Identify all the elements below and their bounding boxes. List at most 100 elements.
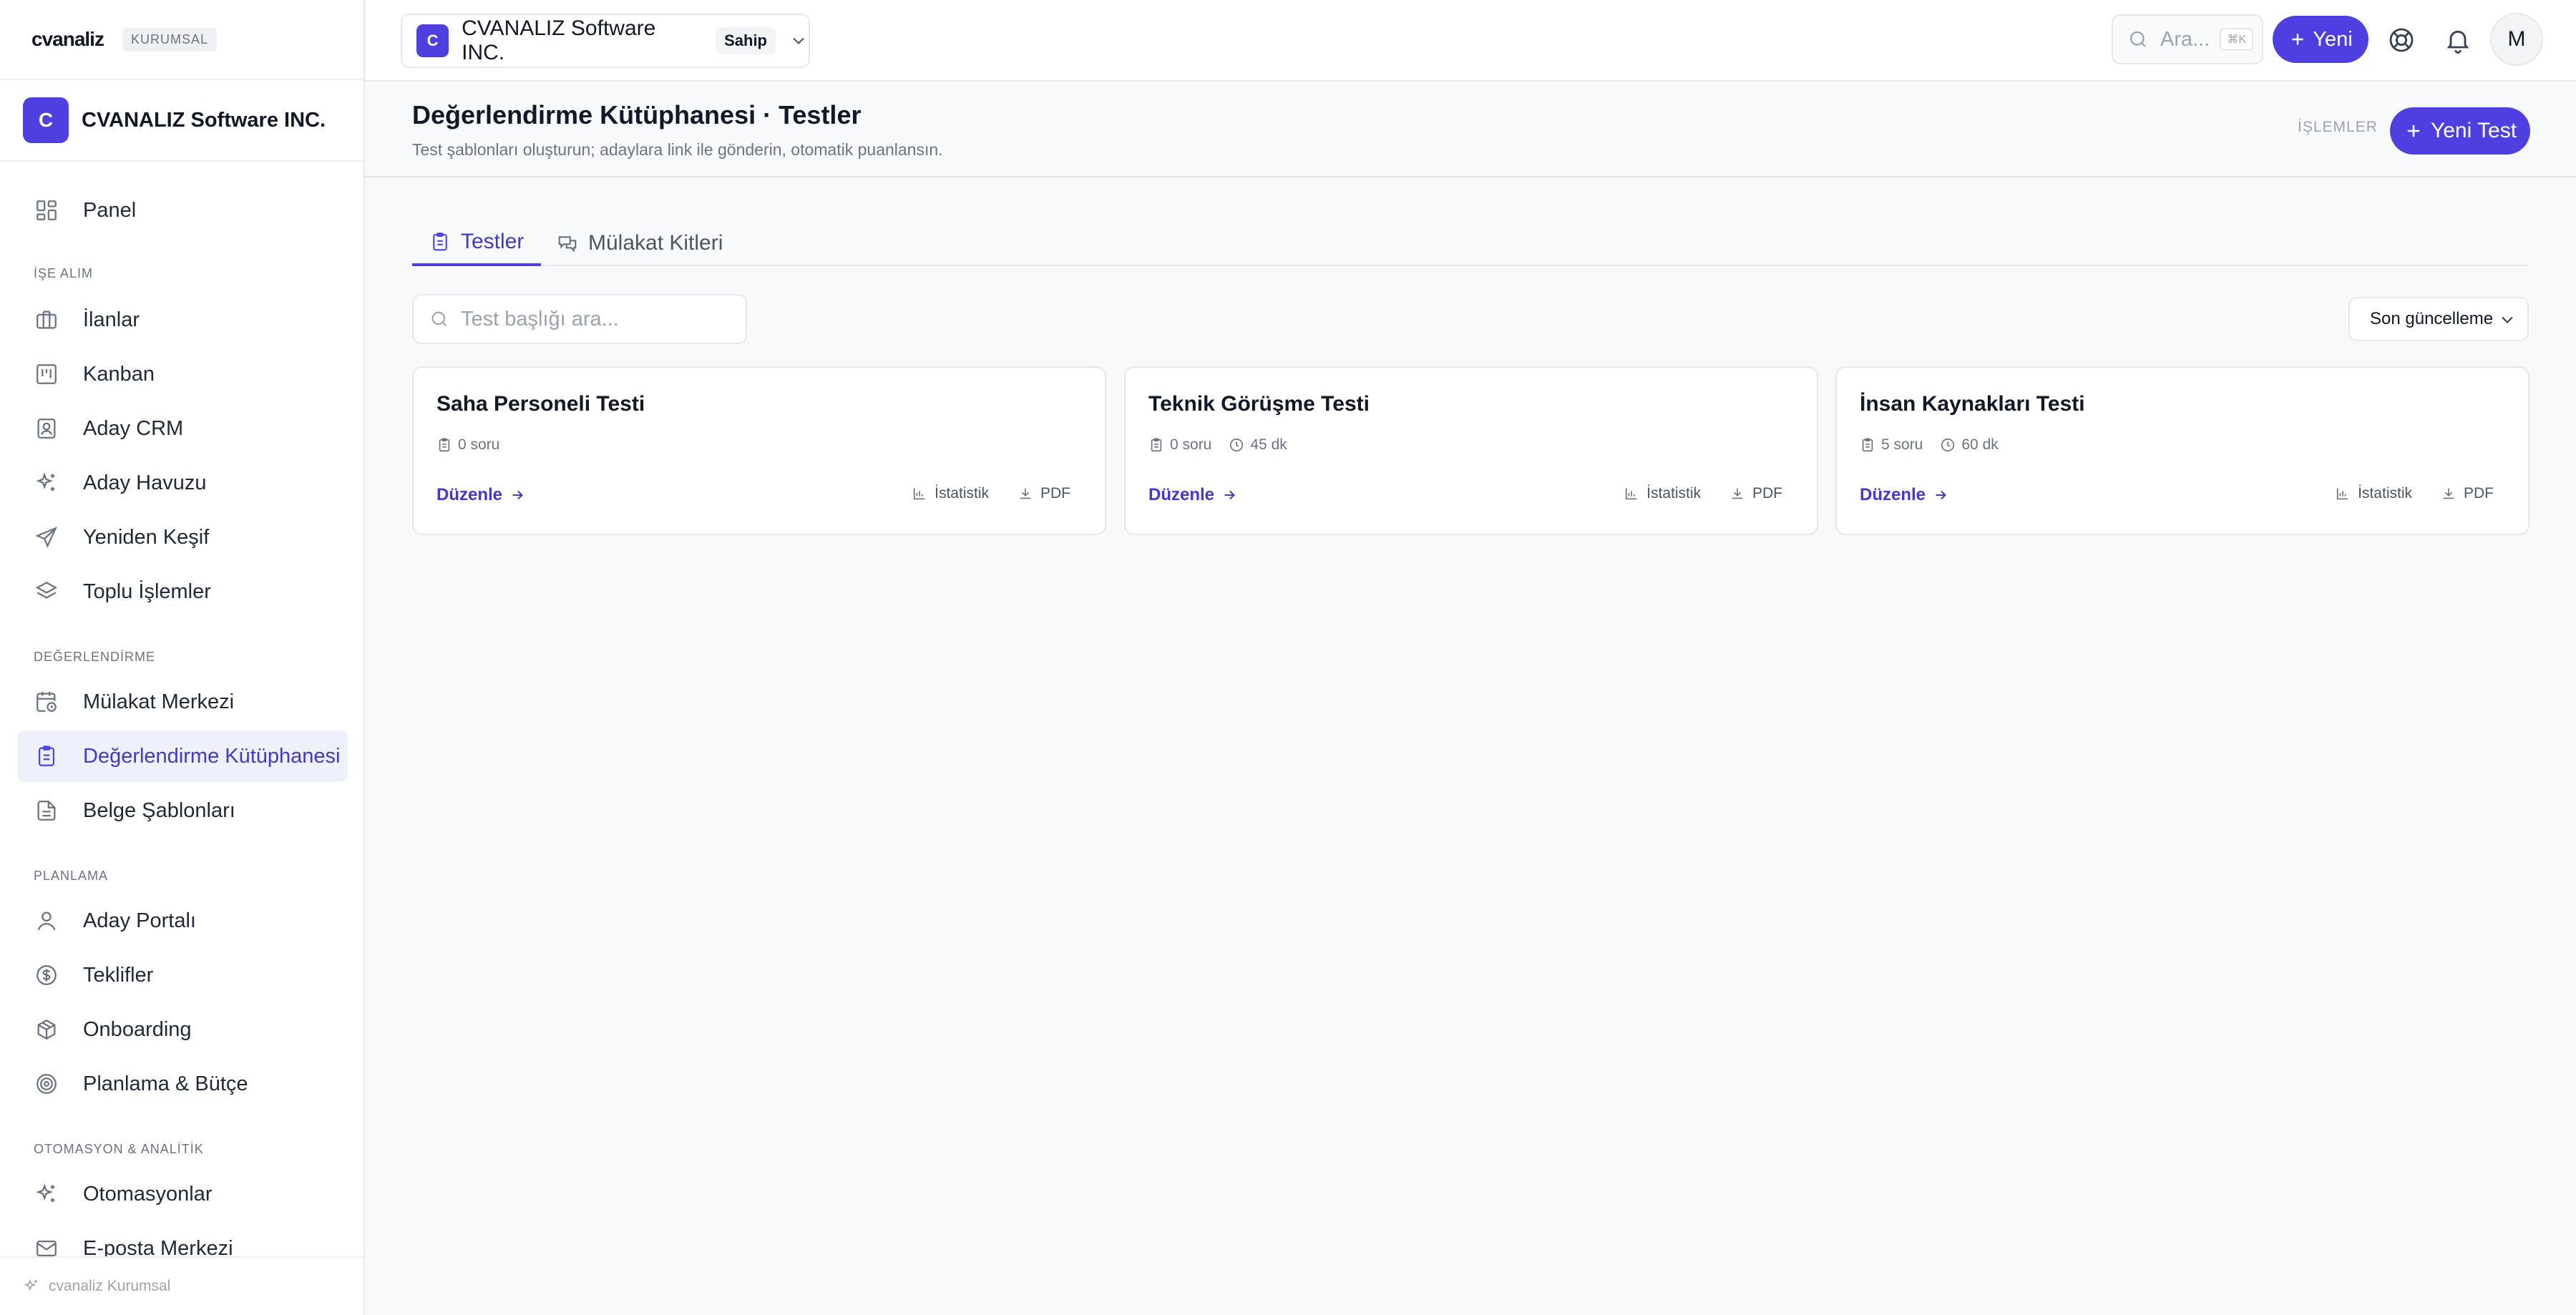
test-card[interactable]: Saha Personeli Testi 0 soru Düzenle İsta… (412, 366, 1106, 535)
sidebar-item-aday-portali[interactable]: Aday Portalı (17, 895, 348, 947)
kanban-icon (34, 362, 59, 386)
plus-icon (2404, 121, 2424, 141)
duration: 60 dk (1940, 436, 1999, 454)
sidebar-item-label: E-posta Merkezi (83, 1236, 233, 1257)
dollar-circle-icon (34, 963, 59, 987)
card-actions: İstatistik PDF (1595, 485, 1782, 502)
new-test-button-label: Yeni Test (2430, 119, 2517, 142)
test-card-title[interactable]: İnsan Kaynakları Testi (1860, 392, 2085, 416)
chevron-down-icon (2497, 310, 2517, 330)
stats-button[interactable]: İstatistik (912, 485, 989, 502)
sidebar-item-panel[interactable]: Panel (17, 185, 348, 236)
brand-logo[interactable]: cvanaliz (31, 28, 104, 51)
sidebar-item-planlama-butce[interactable]: Planlama & Bütçe (17, 1058, 348, 1110)
sidebar-item-otomasyonlar[interactable]: Otomasyonlar (17, 1168, 348, 1220)
clock-icon (1229, 437, 1244, 453)
sidebar-item-label: Aday Havuzu (83, 471, 207, 494)
workspace-switcher[interactable]: C CVANALIZ Software INC. Sahip (401, 14, 810, 68)
pdf-download-button[interactable]: PDF (2441, 485, 2494, 502)
test-search-input[interactable]: Test başlığı ara... (412, 294, 747, 344)
stats-button[interactable]: İstatistik (1624, 485, 1701, 502)
bar-chart-icon (2335, 486, 2351, 502)
edit-link[interactable]: Düzenle (1860, 485, 1948, 505)
sidebar-item-belge-sablonlari[interactable]: Belge Şablonları (17, 785, 348, 836)
pdf-label: PDF (1040, 485, 1070, 502)
test-card[interactable]: İnsan Kaynakları Testi 5 soru 60 dk Düze… (1835, 366, 2529, 535)
bell-icon[interactable] (2444, 26, 2472, 54)
new-button[interactable]: Yeni (2273, 16, 2368, 63)
test-card-title[interactable]: Teknik Görüşme Testi (1148, 392, 1370, 416)
org-avatar: C (23, 97, 69, 143)
card-actions: İstatistik PDF (2306, 485, 2494, 502)
sidebar-item-aday-havuzu[interactable]: Aday Havuzu (17, 457, 348, 509)
nav-section-auto: OTOMASYON & ANALİTİK (34, 1142, 204, 1156)
question-count-text: 5 soru (1881, 436, 1923, 453)
sidebar-item-label: Belge Şablonları (83, 798, 235, 822)
question-count: 5 soru (1860, 436, 1923, 454)
question-count-text: 0 soru (458, 436, 500, 453)
sidebar-item-ilanlar[interactable]: İlanlar (17, 294, 348, 346)
tab-mulakat-kitleri[interactable]: Mülakat Kitleri (540, 220, 740, 266)
download-icon (1018, 486, 1033, 502)
test-card[interactable]: Teknik Görüşme Testi 0 soru 45 dk Düzenl… (1124, 366, 1818, 535)
mail-icon (34, 1236, 59, 1256)
sidebar-item-eposta-merkezi[interactable]: E-posta Merkezi (17, 1223, 348, 1256)
user-avatar[interactable]: M (2490, 13, 2543, 66)
shortcut-hint: ⌘K (2220, 28, 2253, 51)
actions-label: İŞLEMLER (2298, 119, 2378, 135)
sidebar-item-label: Değerlendirme Kütüphanesi (83, 744, 341, 768)
global-search[interactable]: Ara... ⌘K (2112, 14, 2263, 64)
pdf-download-button[interactable]: PDF (1729, 485, 1782, 502)
sidebar-item-mulakat-merkezi[interactable]: Mülakat Merkezi (17, 676, 348, 728)
search-icon (2127, 29, 2149, 50)
question-count: 0 soru (1148, 436, 1211, 454)
stats-button[interactable]: İstatistik (2335, 485, 2412, 502)
sidebar-item-aday-crm[interactable]: Aday CRM (17, 403, 348, 454)
new-test-button[interactable]: Yeni Test (2390, 107, 2530, 155)
user-icon (34, 909, 59, 933)
page-title: Değerlendirme Kütüphanesi · Testler (412, 100, 862, 129)
org-switcher[interactable]: C CVANALIZ Software INC. (0, 80, 364, 162)
arrow-right-icon (509, 487, 525, 503)
pdf-download-button[interactable]: PDF (1018, 485, 1070, 502)
sidebar-item-onboarding[interactable]: Onboarding (17, 1004, 348, 1055)
top-bar: C CVANALIZ Software INC. Sahip Ara... ⌘K… (365, 0, 2576, 82)
search-placeholder: Ara... (2160, 27, 2210, 51)
bar-chart-icon (1624, 486, 1639, 502)
sidebar-item-label: Aday Portalı (83, 909, 196, 932)
tab-label: Mülakat Kitleri (588, 231, 723, 255)
clipboard-icon (34, 744, 59, 768)
sidebar-item-yeniden-kesif[interactable]: Yeniden Keşif (17, 512, 348, 563)
test-card-title[interactable]: Saha Personeli Testi (436, 392, 645, 416)
sidebar-item-label: Mülakat Merkezi (83, 690, 235, 713)
help-lifebuoy-icon[interactable] (2387, 26, 2416, 54)
tab-label: Testler (461, 230, 525, 253)
briefcase-icon (34, 308, 59, 332)
sidebar-item-label: Toplu İşlemler (83, 580, 211, 603)
sparkles-icon (34, 471, 59, 495)
sidebar-item-kanban[interactable]: Kanban (17, 348, 348, 400)
nav-section-recruit: İŞE ALIM (34, 266, 94, 280)
sidebar-footer: cvanaliz Kurumsal (0, 1256, 364, 1315)
clipboard-icon (429, 231, 451, 253)
question-count: 0 soru (436, 436, 499, 454)
clock-icon (1940, 437, 1956, 453)
sidebar-item-label: Teklifler (83, 963, 154, 987)
chevron-down-icon (789, 31, 809, 51)
sidebar: cvanaliz KURUMSAL C CVANALIZ Software IN… (0, 0, 365, 1315)
sidebar-item-teklifler[interactable]: Teklifler (17, 949, 348, 1001)
sidebar-item-toplu-islemler[interactable]: Toplu İşlemler (17, 566, 348, 617)
sidebar-item-label: Kanban (83, 362, 155, 386)
sidebar-item-label: Yeniden Keşif (83, 525, 210, 549)
edit-link[interactable]: Düzenle (1148, 485, 1237, 505)
sidebar-item-degerlendirme-kutuphanesi[interactable]: Değerlendirme Kütüphanesi (17, 730, 348, 782)
tab-testler[interactable]: Testler (412, 220, 542, 266)
sort-select[interactable]: Son güncelleme (2348, 297, 2529, 341)
page-subtitle: Test şablonları oluşturun; adaylara link… (412, 140, 943, 159)
question-count-text: 0 soru (1170, 436, 1212, 453)
sidebar-item-label: Otomasyonlar (83, 1182, 213, 1206)
pdf-label: PDF (2464, 485, 2494, 502)
nav-section-plan: PLANLAMA (34, 869, 109, 883)
edit-link[interactable]: Düzenle (436, 485, 525, 505)
duration-text: 60 dk (1961, 436, 1999, 453)
